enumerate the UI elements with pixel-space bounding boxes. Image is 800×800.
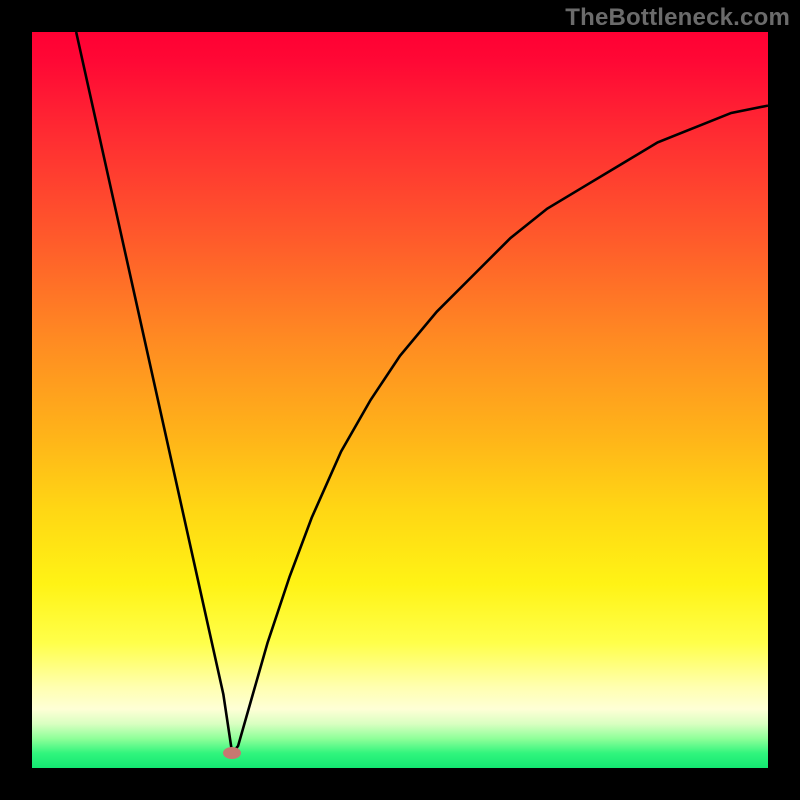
plot-area	[32, 32, 768, 768]
optimal-point-marker	[223, 747, 241, 759]
bottleneck-curve	[76, 32, 768, 753]
curve-svg	[32, 32, 768, 768]
watermark-text: TheBottleneck.com	[565, 4, 790, 32]
chart-frame: TheBottleneck.com	[0, 0, 800, 800]
